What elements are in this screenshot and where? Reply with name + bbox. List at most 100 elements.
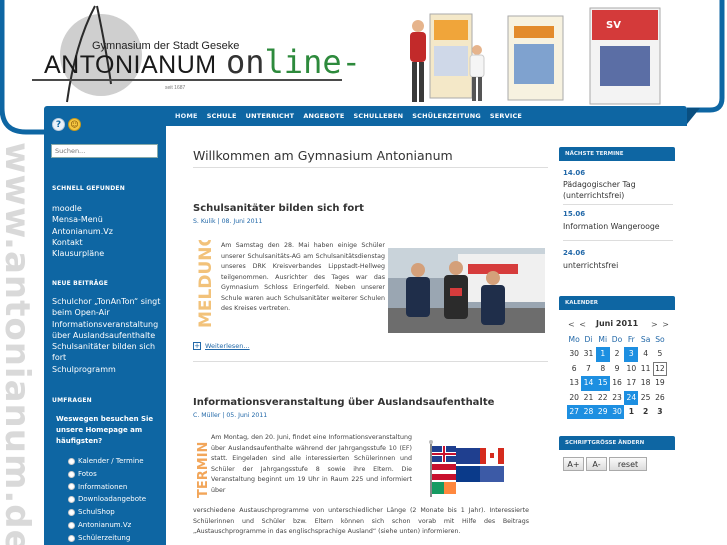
radio-icon[interactable] [68, 470, 75, 478]
new-post-link[interactable]: Schulsanitäter bilden sich [52, 341, 160, 352]
new-post-link[interactable]: Schulprogramm [52, 364, 160, 375]
new-post-link[interactable]: beim Open-Air [52, 307, 160, 318]
calendar-day[interactable]: 30 [609, 404, 625, 420]
poll-option[interactable]: SchulShop [68, 506, 146, 519]
calendar-day[interactable]: 22 [596, 391, 610, 405]
article-title[interactable]: Informationsveranstaltung über Auslandsa… [193, 397, 494, 408]
nav-schulleben[interactable]: Schulleben [354, 112, 404, 120]
poll-option[interactable]: Fotos [68, 468, 146, 481]
calendar-day[interactable]: 13 [567, 376, 581, 390]
calendar-weekday: Fr [627, 335, 635, 344]
article-body-top: Am Montag, den 20. Juni, findet eine Inf… [211, 434, 412, 494]
poll-options: Kalender / Termine Fotos Informationen D… [68, 455, 146, 545]
article-title[interactable]: Schulsanitäter bilden sich fort [193, 203, 364, 214]
calendar-day[interactable]: 29 [595, 404, 610, 420]
new-post-link[interactable]: Schulchor „TonAnTon“ singt [52, 296, 160, 307]
nav-home[interactable]: Home [175, 112, 198, 120]
calendar-day[interactable]: 11 [638, 362, 652, 376]
new-post-link[interactable]: fort [52, 352, 160, 363]
poll-option[interactable]: Kalender / Termine [68, 455, 146, 468]
calendar-day[interactable]: 31 [581, 347, 595, 361]
poll-option-label: Fotos [78, 469, 97, 478]
poll-option-label: Kalender / Termine [78, 457, 144, 465]
calendar-day[interactable]: 28 [581, 404, 596, 420]
article-divider [193, 361, 548, 362]
poll-option-label: Antonianum.Vz [78, 520, 132, 529]
radio-icon[interactable] [68, 509, 75, 517]
title-divider [193, 167, 548, 168]
calendar-day[interactable]: 24 [624, 390, 639, 405]
calendar-day[interactable]: 25 [638, 391, 652, 405]
poll-option[interactable]: Downloadangebote [68, 493, 146, 506]
calendar-next-button[interactable]: > > [651, 320, 670, 329]
calendar-day[interactable]: 16 [610, 376, 624, 390]
article-body: Am Samstag den 28. Mai haben einige Schü… [221, 242, 385, 312]
event-text[interactable]: Pädagogischer Tag [563, 179, 636, 191]
font-reset-button[interactable]: reset [609, 457, 647, 471]
radio-icon[interactable] [68, 483, 75, 491]
radio-icon[interactable] [68, 534, 75, 542]
new-post-link[interactable]: Informationsveranstaltung [52, 319, 160, 330]
calendar-day[interactable]: 21 [581, 391, 595, 405]
quick-link-kontakt[interactable]: Kontakt [52, 237, 113, 248]
event-text[interactable]: (unterrichtsfrei) [563, 190, 624, 202]
font-increase-button[interactable]: A+ [563, 457, 584, 471]
read-more-link[interactable]: + Weiterlesen... [193, 342, 250, 350]
font-size-heading: Schriftgröße ändern [565, 440, 645, 446]
poll-option[interactable]: Schülerzeitung [68, 532, 146, 545]
radio-icon[interactable] [68, 496, 75, 504]
event-text[interactable]: Information Wangerooge [563, 221, 660, 233]
poll-option[interactable]: Antonianum.Vz [68, 519, 146, 532]
accessibility-icon[interactable]: ☺ [68, 118, 81, 131]
calendar-day[interactable]: 18 [638, 376, 652, 390]
calendar-day[interactable]: 2 [638, 405, 652, 419]
calendar-day[interactable]: 23 [610, 391, 624, 405]
calendar-day[interactable]: 17 [624, 376, 638, 390]
calendar-grid: Mo Di Mi Do Fr Sa So 30 31 1 2 3 4 5 6 7 8 9 10 11 12 13 14 15 1… [567, 333, 668, 420]
calendar-day[interactable]: 4 [638, 347, 652, 361]
search-input[interactable] [51, 144, 158, 158]
calendar-day[interactable]: 12 [652, 361, 668, 377]
font-decrease-button[interactable]: A- [586, 457, 607, 471]
calendar-day[interactable]: 1 [595, 347, 610, 362]
quick-link-moodle[interactable]: moodle [52, 203, 113, 214]
calendar-day[interactable]: 27 [567, 404, 582, 420]
calendar-day[interactable]: 7 [581, 362, 595, 376]
calendar-day[interactable]: 8 [596, 362, 610, 376]
nav-schuelerzeitung[interactable]: Schülerzeitung [412, 112, 481, 120]
quick-links-list: moodle Mensa-Menü Antonianum.Vz Kontakt … [52, 203, 113, 259]
calendar-day[interactable]: 19 [653, 376, 667, 390]
poll-option[interactable]: Informationen [68, 481, 146, 494]
nav-angebote[interactable]: Angebote [303, 112, 344, 120]
nav-service[interactable]: Service [490, 112, 522, 120]
nav-unterricht[interactable]: Unterricht [246, 112, 295, 120]
calendar-day[interactable]: 15 [595, 376, 610, 391]
new-posts-list: Schulchor „TonAnTon“ singt beim Open-Air… [52, 296, 160, 375]
calendar-day[interactable]: 1 [624, 405, 638, 419]
calendar-day[interactable]: 30 [567, 347, 581, 361]
calendar-day[interactable]: 2 [610, 347, 624, 361]
calendar-day[interactable]: 6 [567, 362, 581, 376]
calendar-day[interactable]: 3 [653, 405, 667, 419]
help-icon[interactable]: ? [52, 118, 65, 131]
page-title: Willkommen am Gymnasium Antonianum [193, 148, 453, 163]
calendar-prev-button[interactable]: < < [568, 320, 587, 329]
calendar-day[interactable]: 5 [653, 347, 667, 361]
calendar-day[interactable]: 10 [624, 362, 638, 376]
radio-icon[interactable] [68, 521, 75, 529]
header-people-banners-image: SV [410, 7, 661, 105]
radio-icon[interactable] [68, 457, 75, 465]
new-post-link[interactable]: über Auslandsaufenthalte [52, 330, 160, 341]
quick-link-mensa[interactable]: Mensa-Menü [52, 214, 113, 225]
event-text[interactable]: unterrichtsfrei [563, 260, 618, 272]
logo-since: seit 1687 [165, 85, 186, 91]
quick-link-klausurplaene[interactable]: Klausurpläne [52, 248, 113, 259]
calendar-day[interactable]: 14 [581, 376, 596, 391]
calendar-weekday: Sa [640, 335, 651, 344]
calendar-day[interactable]: 20 [567, 391, 581, 405]
calendar-day[interactable]: 9 [610, 362, 624, 376]
quick-link-vz[interactable]: Antonianum.Vz [52, 226, 113, 237]
nav-schule[interactable]: Schule [207, 112, 237, 120]
calendar-day[interactable]: 26 [653, 391, 667, 405]
calendar-day[interactable]: 3 [624, 347, 639, 362]
